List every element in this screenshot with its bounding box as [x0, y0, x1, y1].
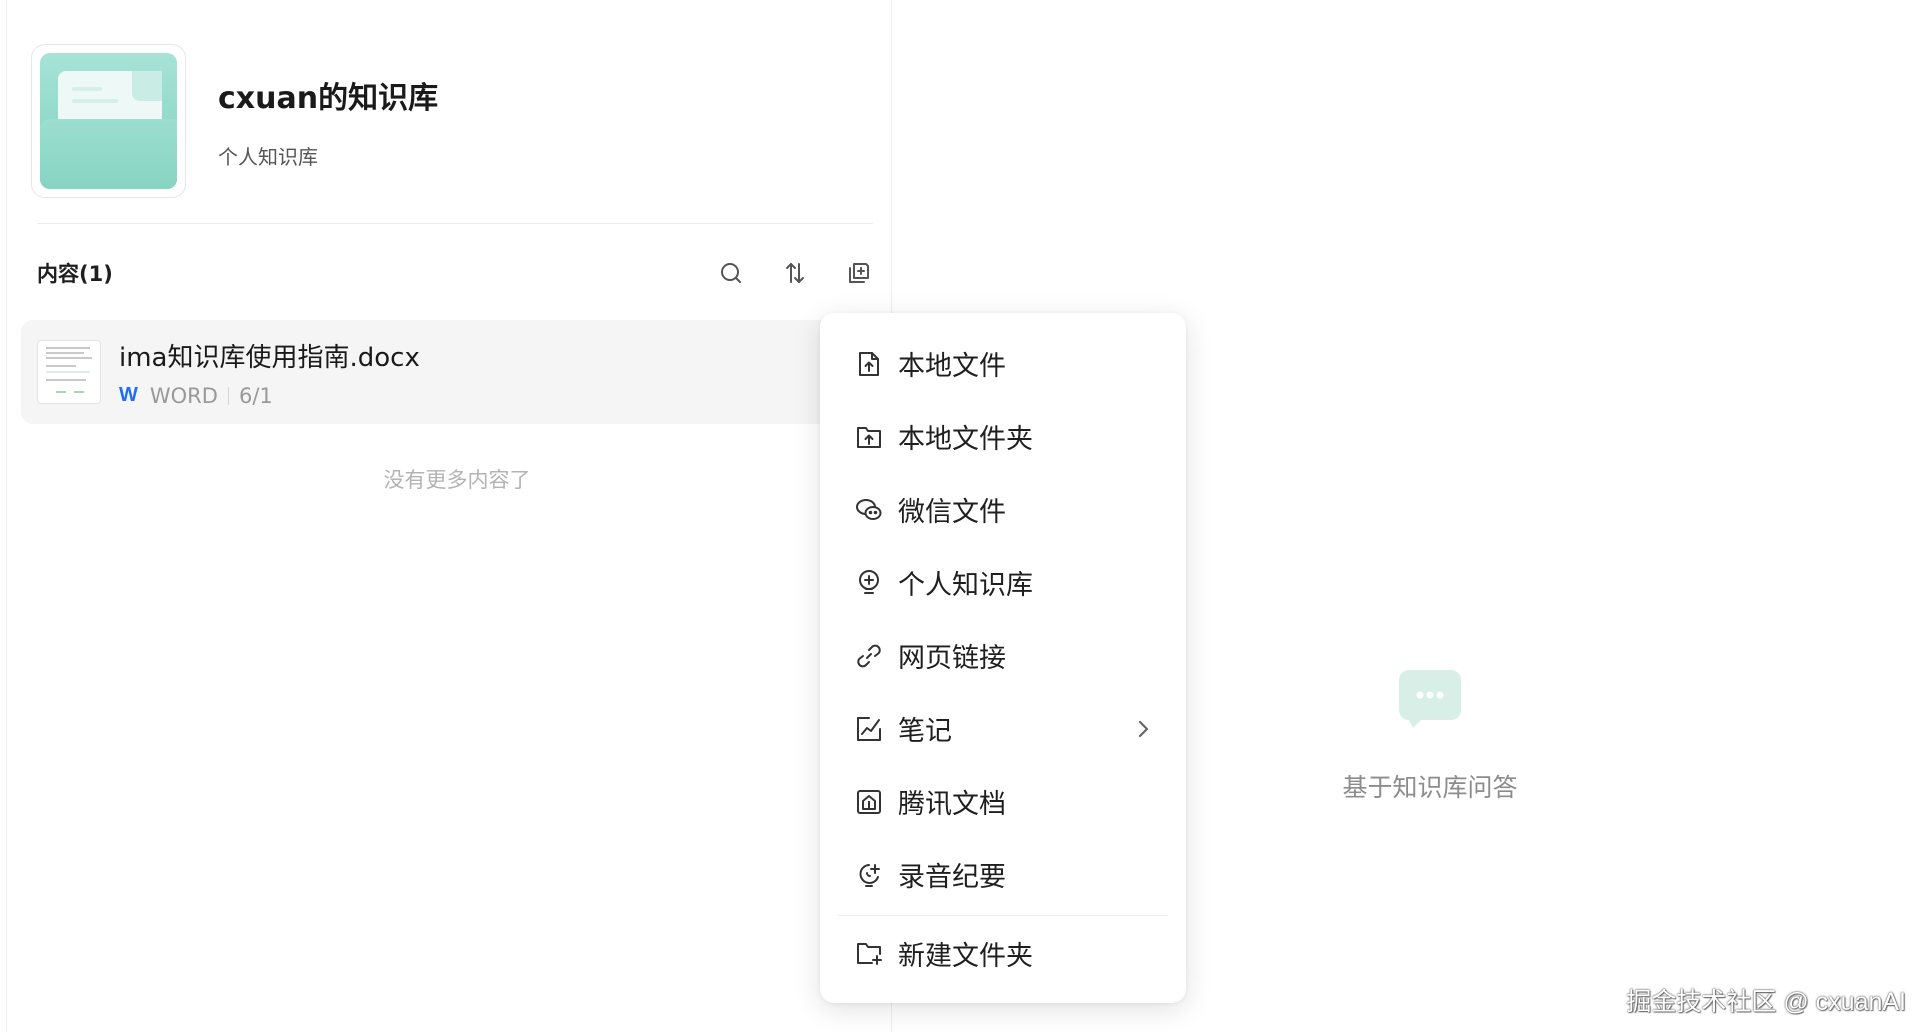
- menu-item-note[interactable]: 笔记: [820, 692, 1186, 765]
- knowledge-bulb-icon: [854, 568, 884, 598]
- menu-item-web-link[interactable]: 网页链接: [820, 619, 1186, 692]
- content-count-label: 内容(1): [37, 262, 113, 286]
- menu-item-personal-kb[interactable]: 个人知识库: [820, 546, 1186, 619]
- watermark-text: 掘金技术社区 @ cxuanAI: [1626, 988, 1906, 1016]
- sort-icon[interactable]: [781, 259, 809, 287]
- content-toolbar: 内容(1): [37, 258, 873, 288]
- file-name[interactable]: ima知识库使用指南.docx: [119, 337, 420, 374]
- menu-item-recording-summary[interactable]: 录音纪要: [820, 838, 1186, 911]
- note-icon: [854, 714, 884, 744]
- recording-icon: [854, 860, 884, 890]
- menu-item-label: 网页链接: [898, 643, 1006, 674]
- menu-item-label: 个人知识库: [898, 570, 1033, 601]
- file-type-label: WORD: [149, 383, 218, 408]
- menu-item-label: 笔记: [898, 716, 952, 747]
- knowledge-base-subtitle: 个人知识库: [218, 144, 318, 169]
- chevron-right-icon: [1136, 719, 1156, 739]
- menu-item-label: 腾讯文档: [898, 789, 1006, 820]
- link-icon: [854, 641, 884, 671]
- folder-upload-icon: [854, 422, 884, 452]
- new-folder-icon: [854, 938, 884, 968]
- knowledge-base-title[interactable]: cxuan的知识库: [218, 73, 438, 117]
- qa-empty-text: 基于知识库问答: [1342, 773, 1518, 802]
- knowledge-base-header: cxuan的知识库 个人知识库: [31, 44, 438, 198]
- menu-item-wechat-file[interactable]: 微信文件: [820, 473, 1186, 546]
- menu-item-local-file[interactable]: 本地文件: [820, 327, 1186, 400]
- menu-item-label: 新建文件夹: [898, 940, 1033, 972]
- menu-divider: [838, 915, 1168, 916]
- meta-separator: [227, 386, 229, 405]
- menu-item-label: 本地文件夹: [898, 424, 1033, 455]
- menu-item-tencent-docs[interactable]: 腾讯文档: [820, 765, 1186, 838]
- folder-cover-icon: [40, 53, 177, 189]
- document-thumbnail: [37, 340, 101, 404]
- file-list-item[interactable]: ima知识库使用指南.docx W WORD 6/1: [21, 320, 881, 424]
- file-date: 6/1: [238, 383, 273, 408]
- qa-empty-state: 基于知识库问答: [1300, 670, 1560, 804]
- word-icon: W: [119, 384, 138, 406]
- add-content-icon[interactable]: [845, 259, 873, 287]
- no-more-content-text: 没有更多内容了: [383, 468, 531, 492]
- menu-item-label: 录音纪要: [898, 862, 1006, 893]
- tencent-docs-icon: [854, 787, 884, 817]
- wechat-icon: [854, 495, 884, 525]
- knowledge-base-cover[interactable]: [31, 44, 186, 198]
- file-upload-icon: [854, 349, 884, 379]
- menu-item-label: 本地文件: [898, 351, 1006, 382]
- menu-item-new-folder[interactable]: 新建文件夹: [820, 920, 1186, 986]
- search-icon[interactable]: [717, 259, 745, 287]
- knowledge-base-panel: cxuan的知识库 个人知识库 内容(1) ima知识库使用指南.docx W …: [6, 0, 892, 1032]
- add-content-menu: 本地文件 本地文件夹 微信文件 个人知识库 网页链接 笔记 腾讯文档 录音纪要 …: [820, 313, 1186, 1003]
- menu-item-local-folder[interactable]: 本地文件夹: [820, 400, 1186, 473]
- chat-bubble-icon: [1399, 670, 1461, 730]
- header-divider: [37, 223, 873, 224]
- menu-item-label: 微信文件: [898, 497, 1006, 528]
